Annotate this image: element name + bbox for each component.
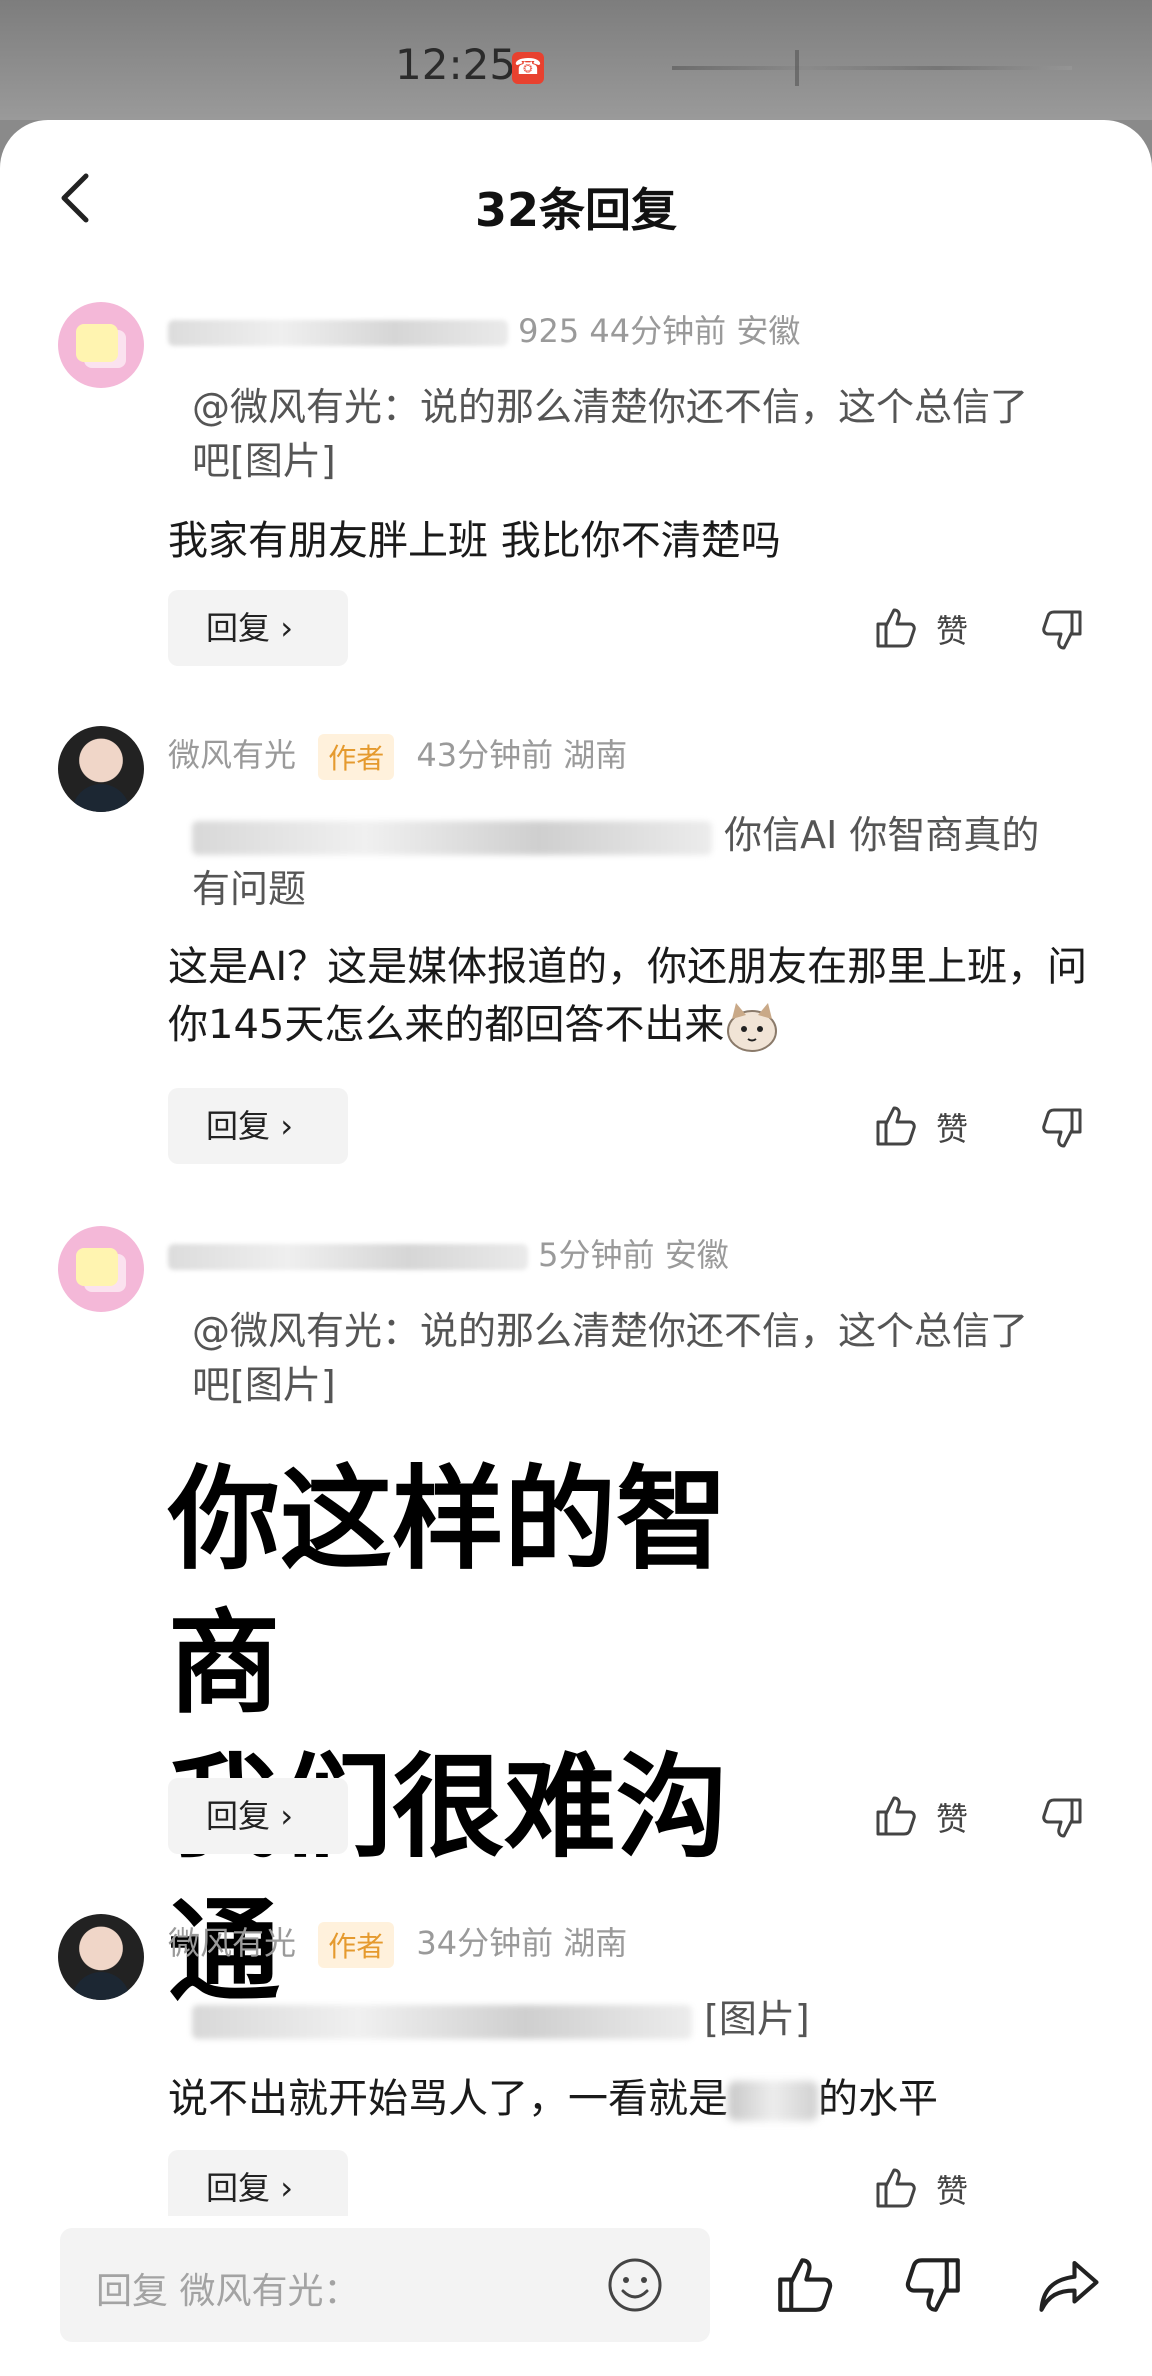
reply-button[interactable]: 回复 › [168,1778,348,1854]
avatar[interactable] [58,1914,144,2000]
call-icon: ☎ [512,52,544,84]
reply-button[interactable]: 回复 › [168,1088,348,1164]
thumbs-up-icon[interactable] [772,2252,838,2318]
reply-input[interactable]: 回复 微风有光： [60,2228,710,2342]
author-badge: 作者 [318,1922,395,1968]
reply-button[interactable]: 回复 › [168,590,348,666]
like-button[interactable]: 赞 [872,2158,992,2218]
reply-input-placeholder: 回复 微风有光： [96,2271,360,2312]
comment-username[interactable]: 微风有光 [168,1924,296,1962]
thumbs-up-icon [876,1106,916,1146]
thumbs-down-icon[interactable] [1038,606,1086,654]
comment-text: 这是AI？这是媒体报道的，你还朋友在那里上班，问你145天怎么来的都回答不出来 [168,938,1088,1054]
status-bar: 12:25 ☎ [0,0,1152,120]
blurred-username [168,320,508,346]
like-button[interactable]: 赞 [872,1096,992,1156]
bottom-bar: 回复 微风有光： [0,2216,1152,2376]
thumbs-down-icon[interactable] [1038,1794,1086,1842]
quoted-comment: 你信AI 你智商真的有问题 [192,813,1040,911]
status-indicator [672,66,1072,70]
comment-meta: 5分钟前 安徽 [168,1230,729,1276]
page-title: 32条回复 [474,183,677,237]
comment-username[interactable]: 微风有光 [168,736,296,774]
status-time: 12:25 [395,40,517,89]
blurred-quote [192,2004,692,2039]
comment-text: 说不出就开始骂人了，一看就是 的水平 [168,2076,938,2122]
avatar[interactable] [58,1226,144,1312]
thumbs-down-icon[interactable] [900,2252,966,2318]
comment-meta: 925 44分钟前 安徽 [168,306,800,352]
blurred-username [168,1244,528,1270]
emoji-icon[interactable] [606,2256,664,2314]
avatar[interactable] [58,726,144,812]
quoted-comment: [图片] [192,1992,1062,2046]
like-button[interactable]: 赞 [872,598,992,658]
thumbs-up-icon [876,2168,916,2208]
thumbs-down-icon[interactable] [1038,1104,1086,1152]
blurred-quote [192,820,712,855]
share-icon[interactable] [1036,2252,1102,2318]
quoted-comment: @微风有光：说的那么清楚你还不信，这个总信了吧[图片] [192,385,1029,483]
header: 32条回复 [0,120,1152,290]
status-indicator-mark [795,50,799,86]
thumbs-up-icon [876,1796,916,1836]
comment-text: 我家有朋友胖上班 我比你不清楚吗 [168,518,781,564]
like-button[interactable]: 赞 [872,1786,992,1846]
reply-button[interactable]: 回复 › [168,2150,348,2226]
comment-meta: 微风有光 作者 43分钟前 湖南 [168,730,627,780]
avatar[interactable] [58,302,144,388]
cat-emoji-icon [727,1003,778,1052]
comment-meta: 微风有光 作者 34分钟前 湖南 [168,1918,627,1968]
quoted-comment: @微风有光：说的那么清楚你还不信，这个总信了吧[图片] [192,1309,1029,1407]
thumbs-up-icon [876,608,916,648]
author-badge: 作者 [318,734,395,780]
censored-text [728,2081,818,2121]
